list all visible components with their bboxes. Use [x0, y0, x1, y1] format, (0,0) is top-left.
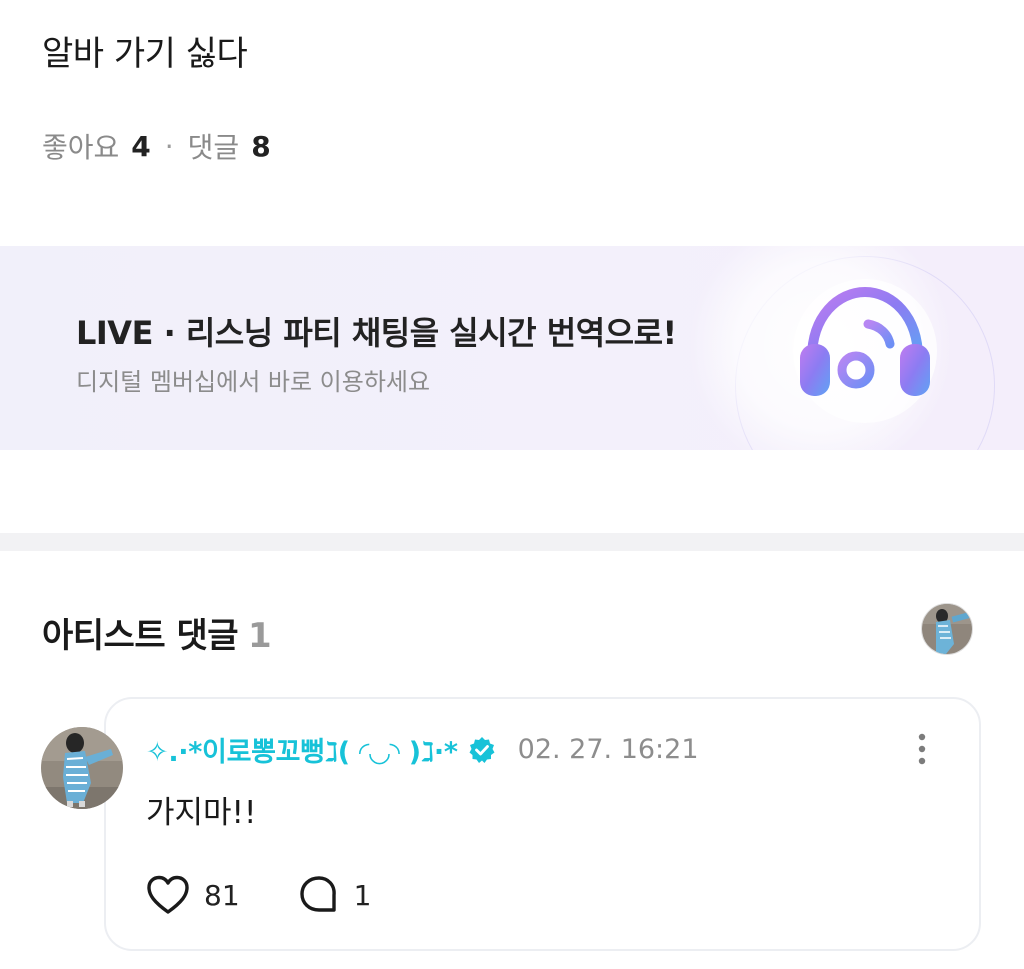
post-stats: 좋아요 4 · 댓글 8	[42, 126, 271, 166]
comment-date: 02. 27. 16:21	[517, 734, 699, 765]
comment-author-row: ✧.·*이로뽕꼬뻥ℷ( ◜◡◝ )ℷ·* 02. 27. 16:21	[146, 730, 699, 769]
headphone-music-icon	[793, 279, 937, 423]
artist-avatar-image	[922, 604, 972, 654]
verified-badge-icon	[469, 736, 495, 763]
reply-count: 1	[353, 878, 372, 912]
comment-author-name[interactable]: ✧.·*이로뽕꼬뻥ℷ( ◜◡◝ )ℷ·*	[146, 730, 458, 769]
comments-label[interactable]: 댓글	[188, 126, 240, 166]
banner-title: LIVE · 리스닝 파티 채팅을 실시간 번역으로!	[76, 314, 677, 352]
likes-label[interactable]: 좋아요	[42, 126, 119, 166]
like-button[interactable]: 81	[146, 874, 240, 916]
artist-avatar[interactable]	[921, 603, 973, 655]
comment-text: 가지마!!	[146, 795, 257, 831]
banner-subtitle: 디지털 멤버십에서 바로 이용하세요	[76, 368, 431, 396]
like-count: 81	[204, 878, 240, 912]
promo-banner[interactable]: LIVE · 리스닝 파티 채팅을 실시간 번역으로! 디지털 멤버십에서 바로…	[0, 246, 1024, 450]
speech-bubble-icon	[299, 876, 336, 912]
comment-actions: 81 1	[146, 874, 371, 916]
section-divider	[0, 533, 1024, 551]
heart-icon	[147, 875, 189, 914]
post-text: 알바 가기 싫다	[42, 34, 248, 74]
more-options-icon[interactable]	[910, 732, 934, 766]
comment-author-avatar-image	[41, 727, 123, 809]
stats-separator: ·	[164, 129, 174, 163]
reply-button[interactable]: 1	[298, 874, 372, 916]
artist-comments-count: 1	[248, 616, 272, 656]
artist-comments-title: 아티스트 댓글	[42, 616, 239, 656]
comment-author-avatar[interactable]	[41, 727, 123, 809]
artist-comments-header: 아티스트 댓글 1	[42, 608, 272, 657]
likes-count[interactable]: 4	[131, 130, 150, 163]
comments-count[interactable]: 8	[251, 130, 270, 163]
